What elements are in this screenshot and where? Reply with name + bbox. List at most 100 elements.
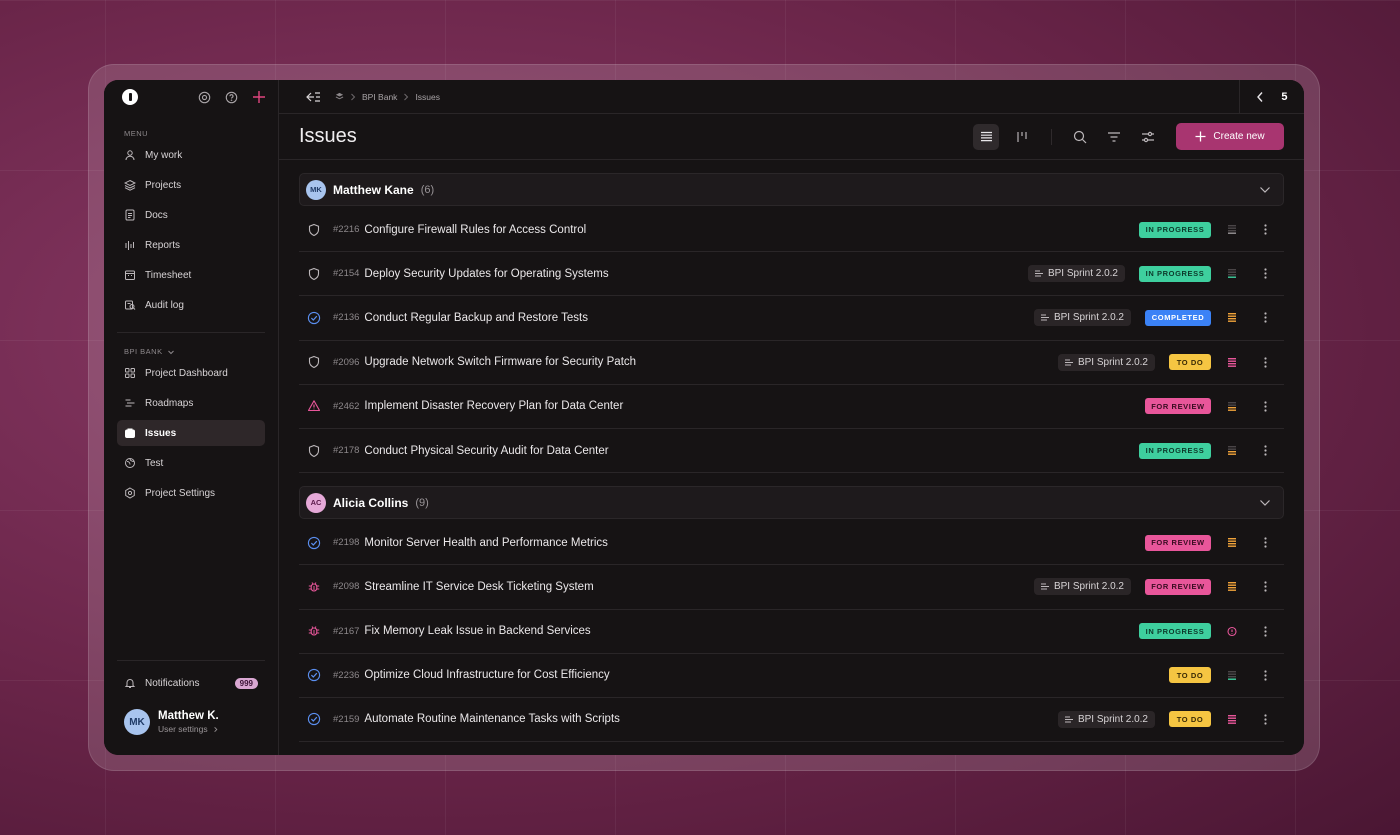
sidebar-item-docs[interactable]: Docs xyxy=(117,202,265,228)
collapse-sidebar-icon[interactable] xyxy=(305,91,321,103)
user-settings-link[interactable]: User settings xyxy=(158,724,219,734)
issue-row[interactable]: #2154 Deploy Security Updates for Operati… xyxy=(299,252,1284,297)
help-icon[interactable] xyxy=(225,91,238,104)
board-view-button[interactable] xyxy=(1009,124,1035,150)
more-options-icon[interactable] xyxy=(1258,401,1272,412)
priority-icon[interactable] xyxy=(1225,401,1239,412)
sidebar-item-reports[interactable]: Reports xyxy=(117,232,265,258)
sidebar-item-project-settings[interactable]: Project Settings xyxy=(117,480,265,506)
sidebar-item-label: Projects xyxy=(145,179,182,191)
issue-row[interactable]: #2236 Optimize Cloud Infrastructure for C… xyxy=(299,654,1284,698)
more-options-icon[interactable] xyxy=(1258,224,1272,235)
priority-icon[interactable] xyxy=(1225,224,1239,235)
status-badge[interactable]: FOR REVIEW xyxy=(1145,578,1211,595)
chevron-down-icon[interactable] xyxy=(1259,186,1271,194)
filter-button[interactable] xyxy=(1102,125,1126,149)
search-button[interactable] xyxy=(1068,125,1092,149)
issue-row[interactable]: #2096 Upgrade Network Switch Firmware for… xyxy=(299,341,1284,385)
assignee-group-header[interactable]: AC Alicia Collins (9) xyxy=(299,486,1284,520)
status-badge[interactable]: TO DO xyxy=(1169,354,1211,371)
list-view-button[interactable] xyxy=(973,123,999,150)
sprint-icon xyxy=(1040,583,1049,590)
status-badge[interactable]: IN PROGRESS xyxy=(1139,265,1211,282)
priority-icon[interactable] xyxy=(1225,312,1239,323)
issue-title[interactable]: Upgrade Network Switch Firmware for Secu… xyxy=(364,356,636,368)
sidebar-item-my-work[interactable]: My work xyxy=(117,142,265,168)
issue-row[interactable]: #2136 Conduct Regular Backup and Restore … xyxy=(299,296,1284,341)
sprint-tag[interactable]: BPI Sprint 2.0.2 xyxy=(1057,710,1155,728)
more-options-icon[interactable] xyxy=(1258,581,1272,593)
app-logo[interactable] xyxy=(122,89,138,105)
priority-icon[interactable] xyxy=(1225,581,1239,592)
sidebar-item-label: Audit log xyxy=(145,299,184,311)
more-options-icon[interactable] xyxy=(1258,714,1272,725)
priority-icon[interactable] xyxy=(1225,357,1239,368)
issue-title[interactable]: Deploy Security Updates for Operating Sy… xyxy=(364,268,608,280)
breadcrumb-project[interactable]: BPI Bank xyxy=(362,92,397,102)
more-options-icon[interactable] xyxy=(1258,312,1272,324)
issue-title[interactable]: Automate Routine Maintenance Tasks with … xyxy=(364,713,619,725)
chevron-left-icon[interactable] xyxy=(1256,91,1264,103)
more-options-icon[interactable] xyxy=(1258,537,1272,548)
status-badge[interactable]: TO DO xyxy=(1169,711,1211,728)
add-icon[interactable] xyxy=(252,90,266,104)
priority-icon[interactable] xyxy=(1225,626,1239,637)
sprint-tag[interactable]: BPI Sprint 2.0.2 xyxy=(1033,578,1131,596)
sidebar-item-project-dashboard[interactable]: Project Dashboard xyxy=(117,360,265,386)
chevron-down-icon[interactable] xyxy=(1259,499,1271,507)
sidebar-item-test[interactable]: Test xyxy=(117,450,265,476)
sidebar-item-label: My work xyxy=(145,149,183,161)
issue-id: #2178 xyxy=(333,445,360,457)
sprint-tag[interactable]: BPI Sprint 2.0.2 xyxy=(1027,265,1125,283)
sidebar-item-issues[interactable]: Issues xyxy=(117,420,265,446)
sprint-tag[interactable]: BPI Sprint 2.0.2 xyxy=(1033,309,1131,327)
more-options-icon[interactable] xyxy=(1258,357,1272,368)
toolbar-divider xyxy=(1051,128,1052,145)
status-badge[interactable]: FOR REVIEW xyxy=(1145,398,1211,415)
assignee-group-header[interactable]: MK Matthew Kane (6) xyxy=(299,173,1284,206)
sidebar-item-projects[interactable]: Projects xyxy=(117,172,265,198)
issue-title[interactable]: Implement Disaster Recovery Plan for Dat… xyxy=(364,400,623,412)
status-badge[interactable]: IN PROGRESS xyxy=(1139,623,1211,640)
issue-title[interactable]: Optimize Cloud Infrastructure for Cost E… xyxy=(364,669,609,681)
sidebar-item-timesheet[interactable]: Timesheet xyxy=(117,262,265,288)
more-options-icon[interactable] xyxy=(1258,670,1272,681)
priority-icon[interactable] xyxy=(1225,714,1239,725)
issue-row[interactable]: #2198 Monitor Server Health and Performan… xyxy=(299,521,1284,566)
more-options-icon[interactable] xyxy=(1258,268,1272,279)
priority-icon[interactable] xyxy=(1225,268,1239,279)
sidebar-item-roadmaps[interactable]: Roadmaps xyxy=(117,390,265,416)
issue-title[interactable]: Streamline IT Service Desk Ticketing Sys… xyxy=(364,581,593,593)
settings-icon[interactable] xyxy=(198,91,211,104)
issue-title[interactable]: Fix Memory Leak Issue in Backend Service… xyxy=(364,625,590,637)
issue-title[interactable]: Monitor Server Health and Performance Me… xyxy=(364,537,608,549)
status-badge[interactable]: COMPLETED xyxy=(1145,309,1211,326)
priority-icon[interactable] xyxy=(1225,537,1239,548)
priority-icon[interactable] xyxy=(1225,445,1239,456)
display-options-button[interactable] xyxy=(1136,125,1160,149)
status-badge[interactable]: FOR REVIEW xyxy=(1145,534,1211,551)
breadcrumb-page[interactable]: Issues xyxy=(415,92,440,102)
notifications-item[interactable]: Notifications 999 xyxy=(104,671,278,695)
workspace-switcher[interactable]: BPI BANK xyxy=(104,347,278,356)
create-new-button[interactable]: Create new xyxy=(1176,123,1284,150)
status-badge[interactable]: TO DO xyxy=(1169,667,1211,684)
issue-title[interactable]: Conduct Physical Security Audit for Data… xyxy=(364,445,608,457)
status-badge[interactable]: IN PROGRESS xyxy=(1139,442,1211,459)
status-badge[interactable]: IN PROGRESS xyxy=(1139,221,1211,238)
user-profile[interactable]: MK Matthew K. User settings xyxy=(104,695,278,755)
issue-id: #2154 xyxy=(333,268,360,280)
issue-row[interactable]: #2462 Implement Disaster Recovery Plan fo… xyxy=(299,385,1284,429)
issue-row[interactable]: #2178 Conduct Physical Security Audit for… xyxy=(299,429,1284,474)
issue-row[interactable]: #2098 Streamline IT Service Desk Ticketin… xyxy=(299,565,1284,610)
more-options-icon[interactable] xyxy=(1258,625,1272,637)
issue-row[interactable]: #2167 Fix Memory Leak Issue in Backend Se… xyxy=(299,610,1284,654)
issue-row[interactable]: #2159 Automate Routine Maintenance Tasks … xyxy=(299,698,1284,743)
sprint-tag[interactable]: BPI Sprint 2.0.2 xyxy=(1057,353,1155,371)
sidebar-item-audit-log[interactable]: Audit log xyxy=(117,292,265,318)
issue-title[interactable]: Conduct Regular Backup and Restore Tests xyxy=(364,312,588,324)
more-options-icon[interactable] xyxy=(1258,445,1272,456)
issue-title[interactable]: Configure Firewall Rules for Access Cont… xyxy=(364,224,586,236)
issue-row[interactable]: #2216 Configure Firewall Rules for Access… xyxy=(299,208,1284,253)
priority-icon[interactable] xyxy=(1225,670,1239,681)
